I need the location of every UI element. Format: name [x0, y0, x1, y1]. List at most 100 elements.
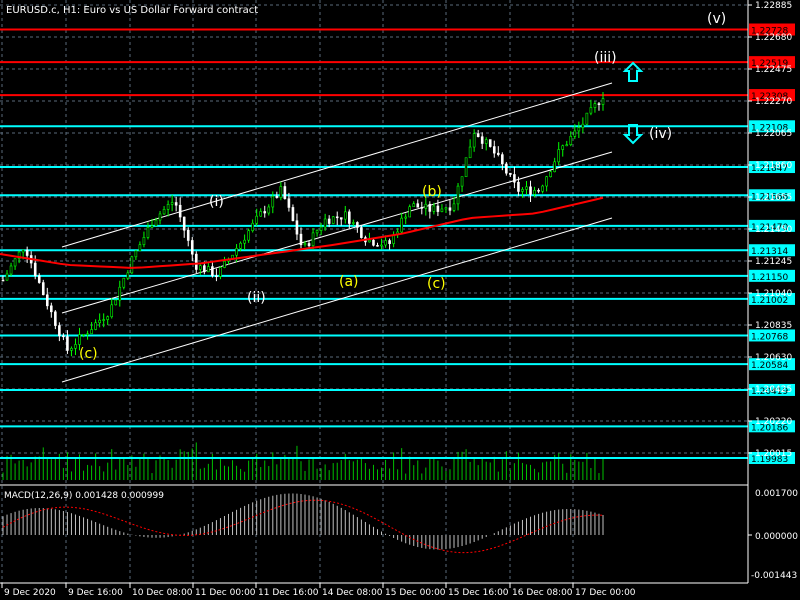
candle-body [150, 225, 154, 228]
candle-body [162, 209, 166, 215]
candle-body [275, 195, 279, 198]
candle-body [501, 154, 504, 165]
macd-signal-line [2, 499, 604, 554]
wave-label-iv: (iv) [649, 126, 672, 142]
candle-body [400, 217, 403, 233]
candle-body [343, 211, 347, 220]
candle-body [521, 189, 524, 192]
time-tick-label: 14 Dec 08:00 [322, 588, 383, 598]
candle-body [207, 266, 210, 273]
candle-body [319, 226, 323, 231]
candle-body [235, 248, 238, 256]
candle-body [315, 230, 319, 234]
candle-body [86, 333, 89, 336]
candle-body [533, 189, 536, 195]
candle-body [199, 265, 202, 270]
wave-label-c2: (c) [427, 276, 446, 292]
wave-label-a: (a) [339, 274, 359, 290]
candle-body [279, 186, 283, 198]
price-tick-label: 1.21040 [755, 289, 792, 299]
candle-body [114, 299, 118, 306]
candle-body [33, 262, 37, 277]
macd-tick-zero: 0.000000 [755, 532, 798, 542]
price-tick-label: 1.20835 [755, 321, 792, 331]
candle-body [565, 144, 569, 147]
candle-body [404, 216, 407, 219]
candle-body [223, 260, 226, 268]
candle-body [82, 334, 85, 336]
price-tick-label: 1.20425 [755, 385, 792, 395]
candle-body [247, 230, 250, 241]
candle-body [372, 239, 375, 246]
candle-body [5, 273, 9, 281]
candle-body [98, 319, 101, 324]
candle-body [384, 240, 387, 246]
candle-body [424, 203, 428, 209]
candle-body [335, 216, 339, 219]
wave-label-b: (b) [422, 184, 442, 200]
candle-body [456, 185, 460, 205]
time-tick-label: 15 Dec 16:00 [448, 588, 509, 598]
candle-body [440, 208, 444, 212]
candle-body [428, 203, 432, 212]
candle-body [368, 239, 371, 243]
price-tick-label: 1.22475 [755, 65, 792, 75]
candles [1, 92, 605, 357]
price-chart[interactable]: 1.227281.225191.223081.221081.218471.216… [0, 0, 800, 600]
candle-body [388, 240, 391, 244]
candle-body [182, 216, 186, 231]
price-tick-label: 1.22065 [755, 129, 792, 139]
candle-body [58, 325, 61, 337]
price-tick-label: 1.22270 [755, 97, 792, 107]
candle-body [593, 103, 597, 108]
time-tick-label: 11 Dec 16:00 [258, 588, 319, 598]
candle-body [102, 319, 105, 321]
arrow-down-icon [622, 124, 644, 145]
wave-label-c1: (c) [79, 346, 98, 362]
candle-body [420, 206, 424, 209]
candle-body [476, 133, 480, 138]
chart-window[interactable]: 1.22728 1.22519 1.22308 1.22108 1.21847 1.216… [0, 0, 800, 600]
candle-body [581, 123, 585, 128]
time-axis: 9 Dec 2020 9 Dec 16:00 10 Dec 08:00 11 Dec … [1, 583, 636, 598]
wave-labels: (v) (iii) (iv) (i) (ii) (a) (b) (c) (c) [79, 11, 726, 362]
candle-body [146, 227, 150, 238]
candle-body [126, 272, 130, 279]
candle-body [78, 334, 81, 345]
candle-body [118, 286, 122, 301]
wave-label-iii: (iii) [594, 50, 617, 66]
candle-body [529, 186, 532, 195]
candle-body [130, 256, 134, 274]
candle-body [356, 222, 359, 228]
candle-body [303, 243, 307, 246]
candle-body [291, 207, 295, 222]
candle-body [142, 237, 146, 245]
channel-middle-line[interactable] [61, 151, 613, 314]
candle-body [307, 243, 311, 246]
candle-body [255, 215, 258, 224]
candle-body [436, 205, 440, 212]
price-tick-label: 1.21245 [755, 257, 792, 267]
macd-histogram [2, 493, 752, 550]
candle-body [577, 127, 581, 132]
candle-body [154, 219, 158, 227]
candle-body [50, 305, 53, 313]
candle-body [1, 279, 5, 282]
candle-body [138, 244, 142, 252]
candle-body [464, 157, 468, 178]
candle-body [553, 161, 556, 173]
candle-body [480, 136, 484, 144]
horizontal-levels: 1.227281.225191.223081.221081.218471.216… [0, 23, 795, 465]
level-price-label: 1.20768 [751, 332, 788, 342]
level-price-label: 1.21150 [751, 273, 788, 283]
candle-body [186, 229, 190, 241]
candle-body [352, 222, 355, 224]
candle-body [360, 227, 363, 238]
candle-body [174, 202, 178, 206]
candle-body [25, 249, 29, 256]
candle-body [323, 218, 327, 228]
trend-channel [61, 82, 613, 383]
price-tick-label: 1.21450 [755, 225, 792, 235]
time-tick-label: 11 Dec 00:00 [195, 588, 256, 598]
candle-body [585, 112, 589, 125]
